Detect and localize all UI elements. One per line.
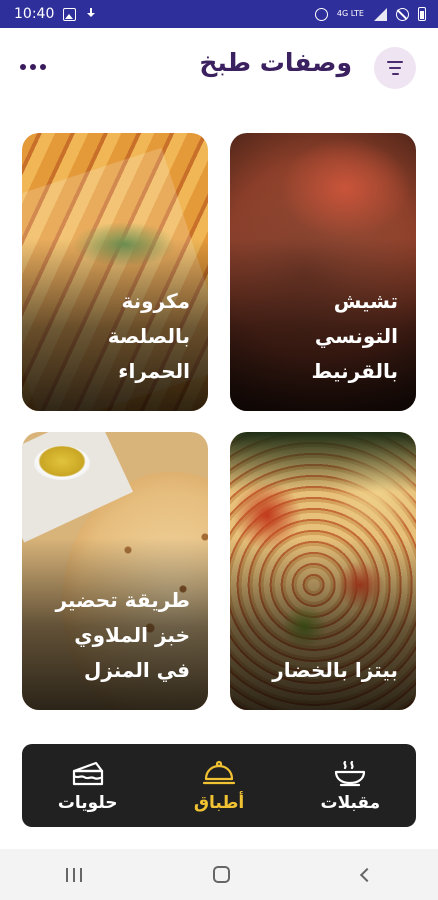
nav-item-desserts[interactable]: حلويات	[22, 744, 153, 827]
app-bar: وصفات طبخ	[0, 28, 438, 108]
alarm-icon	[314, 7, 328, 21]
nav-label: حلويات	[57, 792, 118, 813]
recipe-card[interactable]: مكرونة بالصلصة الحمراء	[22, 133, 208, 411]
page-title: وصفات طبخ	[199, 48, 352, 77]
cake-icon	[72, 761, 103, 785]
bottom-navigation: مقبلات أطباق حلويات	[22, 744, 416, 827]
filter-button[interactable]	[374, 47, 416, 89]
download-icon	[85, 7, 98, 21]
recipe-card[interactable]: طريقة تحضير خبز الملاوي في المنزل	[22, 432, 208, 710]
nav-label: مقبلات	[320, 792, 381, 813]
nav-item-dishes[interactable]: أطباق	[153, 744, 284, 827]
battery-icon	[418, 7, 426, 21]
lte-indicator: 4G LTE	[336, 9, 364, 18]
nav-label: أطباق	[193, 792, 245, 813]
soup-bowl-icon	[335, 760, 366, 786]
recents-icon[interactable]	[65, 867, 82, 882]
status-right: 4G LTE	[314, 7, 426, 21]
recipe-title: بيتزا بالخضار	[272, 658, 398, 682]
recipe-card[interactable]: بيتزا بالخضار	[230, 432, 416, 710]
status-left: 10:40	[14, 6, 98, 22]
recipe-card[interactable]: تشيش التونسي بالقرنيط	[230, 133, 416, 411]
no-sim-icon	[396, 7, 409, 21]
signal-icon	[373, 7, 387, 21]
cloche-icon	[202, 760, 236, 784]
recipe-title: مكرونة بالصلصة الحمراء	[107, 289, 190, 383]
recipe-title: طريقة تحضير خبز الملاوي في المنزل	[55, 588, 190, 682]
nav-item-appetizers[interactable]: مقبلات	[285, 744, 416, 827]
status-time: 10:40	[14, 6, 55, 22]
system-navigation-bar	[0, 849, 438, 900]
more-dots-icon[interactable]	[20, 58, 50, 76]
home-icon[interactable]	[213, 866, 231, 883]
status-bar: 10:40 4G LTE	[0, 0, 438, 28]
recipe-title: تشيش التونسي بالقرنيط	[311, 289, 398, 383]
image-notification-icon	[63, 7, 77, 21]
filter-icon	[387, 61, 403, 63]
back-icon[interactable]	[360, 867, 375, 882]
